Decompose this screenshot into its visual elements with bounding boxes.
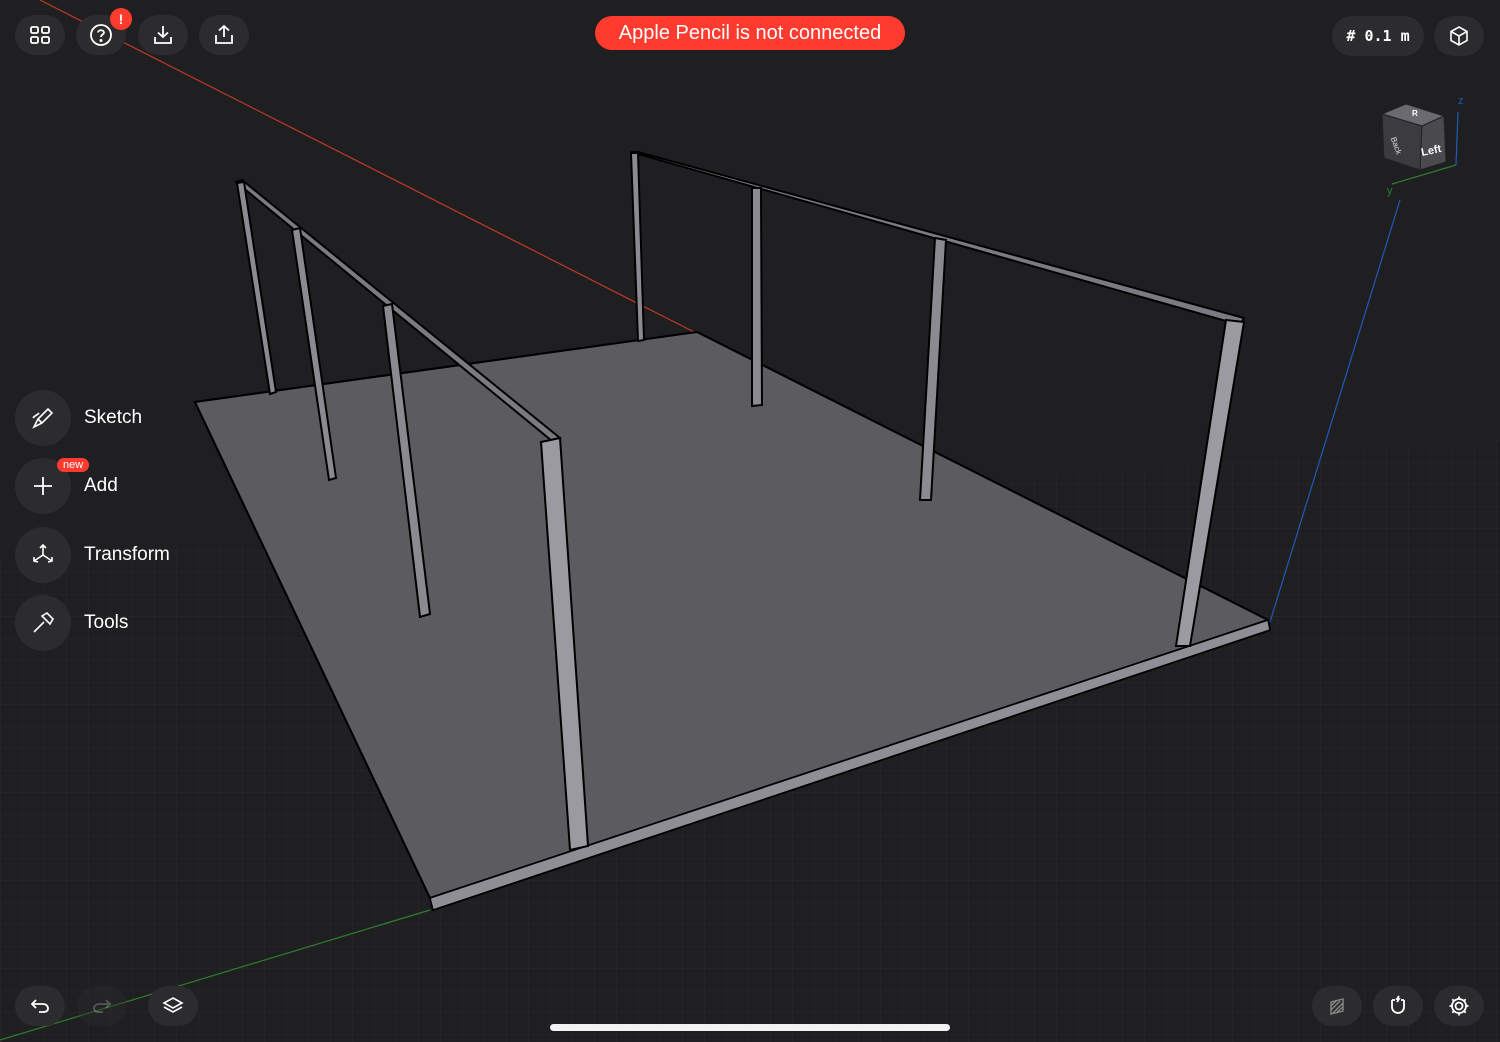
import-button[interactable] <box>138 15 188 55</box>
download-icon <box>154 26 172 44</box>
tools-tool-label: Tools <box>84 612 129 633</box>
cube-icon <box>1450 26 1468 46</box>
pencil-status-banner: Apple Pencil is not connected <box>595 16 905 50</box>
viewcube-top-label: R <box>1412 109 1418 118</box>
sketch-tool-label: Sketch <box>84 407 143 428</box>
transform-tool-label: Transform <box>84 544 170 565</box>
export-button[interactable] <box>199 15 249 55</box>
gear-icon <box>1449 996 1469 1016</box>
share-icon <box>215 24 233 44</box>
plus-icon <box>34 477 52 495</box>
add-tool[interactable]: new Add <box>15 458 118 514</box>
snapping-button[interactable] <box>1373 986 1423 1026</box>
question-icon <box>90 24 112 46</box>
magnet-icon <box>1391 995 1405 1014</box>
viewcube-y-label: y <box>1387 185 1393 197</box>
undo-button[interactable] <box>15 986 65 1026</box>
hammer-icon <box>33 611 55 633</box>
3d-viewport[interactable] <box>0 0 1500 1042</box>
viewcube-z-axis <box>1455 111 1459 166</box>
grid-menu-button[interactable] <box>15 15 65 55</box>
layers-icon <box>162 997 184 1013</box>
view-mode-button[interactable] <box>1434 16 1484 56</box>
redo-icon <box>93 999 112 1013</box>
viewcube-z-label: z <box>1458 95 1464 107</box>
tools-tool-button[interactable] <box>15 595 71 651</box>
undo-icon <box>30 999 49 1013</box>
grid-size-button[interactable]: # 0.1 m <box>1332 16 1424 56</box>
grid-icon <box>30 26 50 44</box>
pen-icon <box>32 407 54 429</box>
help-alert-badge: ! <box>110 8 132 30</box>
add-tool-label: Add <box>84 475 118 496</box>
tools-tool[interactable]: Tools <box>15 595 128 651</box>
settings-button[interactable] <box>1434 986 1484 1026</box>
new-badge: new <box>57 458 90 472</box>
redo-button[interactable] <box>77 986 127 1026</box>
layers-button[interactable] <box>148 986 198 1026</box>
render-mode-button[interactable] <box>1312 986 1362 1026</box>
transform-tool-button[interactable] <box>15 527 71 583</box>
sketch-tool[interactable]: Sketch <box>15 390 142 446</box>
view-cube[interactable]: Left Back R z y <box>1378 92 1468 197</box>
transform-icon <box>33 543 53 563</box>
sketch-tool-button[interactable] <box>15 390 71 446</box>
transform-tool[interactable]: Transform <box>15 527 170 583</box>
home-indicator[interactable] <box>550 1024 950 1031</box>
hatch-icon <box>1330 998 1344 1015</box>
